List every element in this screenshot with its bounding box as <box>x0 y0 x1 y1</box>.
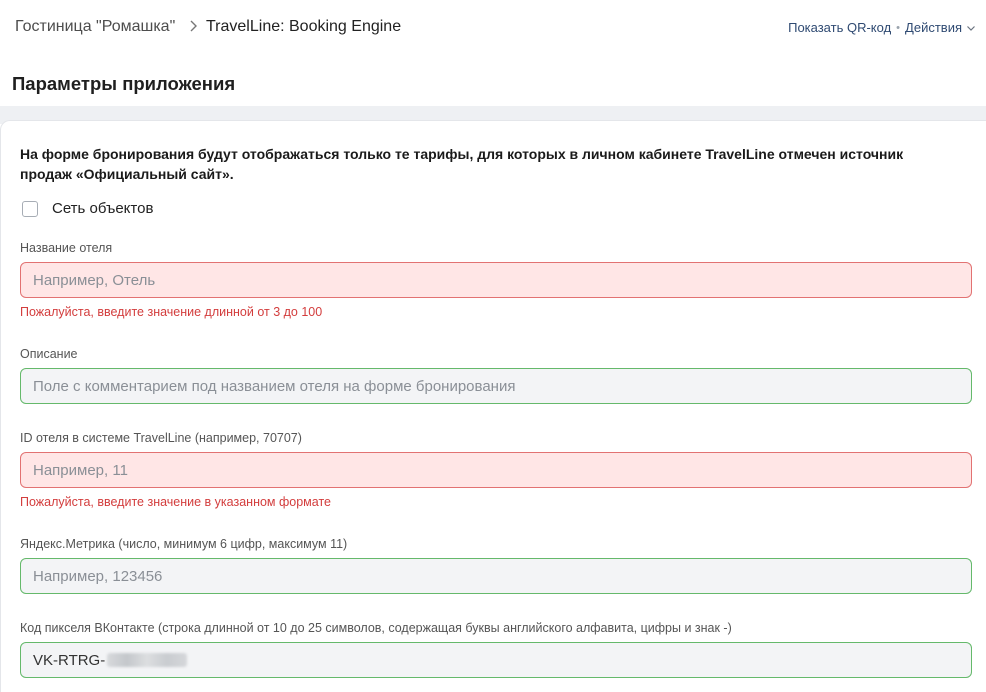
breadcrumb-home[interactable]: Гостиница "Ромашка" <box>15 18 175 36</box>
hotel-name-error: Пожалуйста, введите значение длинной от … <box>20 305 323 319</box>
vk-pixel-label: Код пикселя ВКонтакте (строка длинной от… <box>20 621 732 635</box>
metrika-input[interactable] <box>20 558 972 594</box>
vk-pixel-input[interactable]: VK-RTRG- <box>20 642 972 678</box>
page-title: Параметры приложения <box>12 73 236 94</box>
top-actions: Показать QR-код • Действия <box>788 20 976 35</box>
description-label: Описание <box>20 347 78 361</box>
hotel-id-label: ID отеля в системе TravelLine (например,… <box>20 431 302 445</box>
redacted-value <box>107 653 188 667</box>
network-checkbox[interactable] <box>22 200 38 217</box>
hotel-name-label: Название отеля <box>20 241 113 255</box>
vk-pixel-value: VK-RTRG- <box>33 651 106 669</box>
breadcrumb-current: TravelLine: Booking Engine <box>206 18 402 35</box>
chevron-right-icon <box>190 20 197 32</box>
network-checkbox-label[interactable]: Сеть объектов <box>52 200 153 217</box>
top-bar: Гостиница "Ромашка" TravelLine: Booking … <box>0 0 986 56</box>
description-input[interactable] <box>20 368 972 404</box>
hotel-id-input[interactable] <box>20 452 972 488</box>
chevron-down-icon[interactable] <box>966 23 976 33</box>
separator-dot: • <box>896 21 901 34</box>
actions-menu[interactable]: Действия <box>905 20 962 35</box>
sales-source-notice: На форме бронирования будут отображаться… <box>20 146 904 182</box>
hotel-id-error: Пожалуйста, введите значение в указанном… <box>20 495 331 509</box>
hotel-name-input[interactable] <box>20 262 972 298</box>
metrika-label: Яндекс.Метрика (число, минимум 6 цифр, м… <box>20 537 348 551</box>
network-checkbox-row[interactable]: Сеть объектов <box>22 200 153 217</box>
show-qr-link[interactable]: Показать QR-код <box>788 20 891 35</box>
